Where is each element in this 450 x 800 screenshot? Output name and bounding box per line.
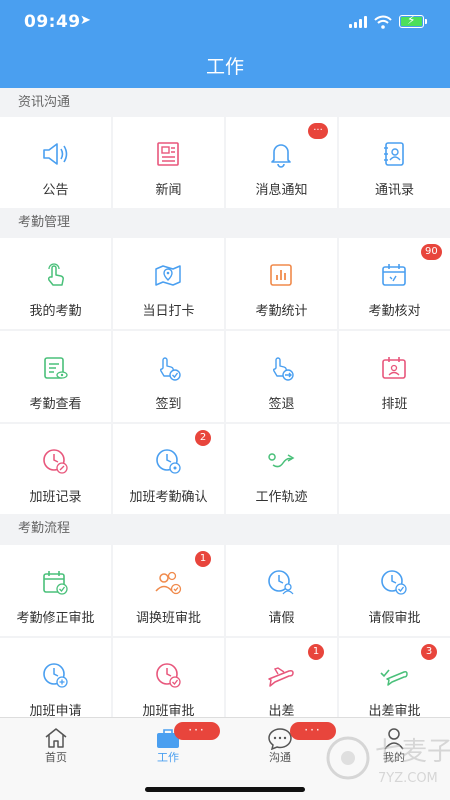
grid-item-ot-apply[interactable]: 加班申请 — [0, 638, 111, 729]
tab-label: 首页 — [45, 751, 67, 764]
tab-label: 工作 — [157, 751, 179, 764]
clock-add-icon — [43, 663, 68, 688]
grid-item-correct-approve[interactable]: 考勤修正审批 — [0, 545, 111, 636]
grid-item-label: 请假审批 — [368, 611, 421, 626]
status-time: 09:49 — [24, 12, 81, 32]
watermark-brand: 七麦子 — [375, 737, 450, 767]
grid-item-label: 排班 — [381, 397, 408, 412]
tap-check-icon — [159, 357, 181, 381]
grid-item-contacts[interactable]: 通讯录 — [339, 117, 450, 208]
status-bar: 09:49 ➤ ⚡ — [0, 0, 450, 44]
count-badge: 2 — [195, 430, 211, 446]
count-badge: 90 — [421, 244, 442, 260]
route-icon — [268, 453, 295, 468]
grid-item-label: 加班考勤确认 — [129, 490, 208, 505]
grid-item-label: 考勤修正审批 — [16, 611, 95, 626]
grid-item-sign-out[interactable]: 签退 — [226, 331, 337, 422]
users-swap-icon — [155, 571, 182, 595]
bell-icon — [271, 144, 291, 168]
count-badge: 1 — [195, 551, 211, 567]
map-pin-icon — [155, 265, 181, 286]
grid-item-label: 考勤统计 — [255, 304, 308, 319]
count-badge: 3 — [421, 644, 437, 660]
address-book-icon — [384, 142, 404, 166]
clock-user-icon — [268, 570, 294, 595]
notification-badge: ··· — [308, 123, 328, 139]
clock-edit-icon — [43, 449, 68, 474]
newspaper-icon — [157, 142, 179, 166]
grid-item-label: 公告 — [42, 183, 69, 198]
home-indicator — [145, 787, 305, 792]
grid-item-news[interactable]: 新闻 — [113, 117, 224, 208]
bar-chart-icon — [270, 264, 292, 286]
grid-item-label: 考勤查看 — [29, 397, 82, 412]
grid-item-label: 工作轨迹 — [255, 490, 308, 505]
grid-item-label: 我的考勤 — [29, 304, 82, 319]
cellular-signal-icon — [349, 15, 369, 28]
grid-item-label: 加班记录 — [29, 490, 82, 505]
grid-item-shift-approve[interactable]: 调换班审批 1 — [113, 545, 224, 636]
grid-item-label: 消息通知 — [255, 183, 308, 198]
grid-item-announce[interactable]: 公告 — [0, 117, 111, 208]
watermark-domain: 7YZ.COM — [378, 771, 438, 786]
calendar-user-icon — [382, 357, 406, 379]
section-title-attendance: 考勤管理 — [0, 208, 450, 238]
hand-tap-icon — [47, 263, 64, 286]
document-view-icon — [44, 357, 68, 379]
section-title-info: 资讯沟通 — [0, 88, 450, 118]
grid-item-ot-record[interactable]: 加班记录 — [0, 424, 111, 515]
grid-item-schedule[interactable]: 排班 — [339, 331, 450, 422]
grid-item-label: 请假 — [268, 611, 295, 626]
grid-item-empty — [339, 424, 450, 515]
watermark-logo: 七麦子 7YZ.COM — [326, 736, 450, 786]
grid-item-label: 当日打卡 — [142, 304, 195, 319]
airplane-check-icon — [380, 669, 408, 686]
grid-item-label: 考勤核对 — [368, 304, 421, 319]
tab-home[interactable]: 首页 — [0, 718, 112, 768]
grid-item-clock-in[interactable]: 当日打卡 — [113, 238, 224, 329]
app-header: 09:49 ➤ ⚡ 工作 — [0, 0, 450, 88]
calendar-edit-icon — [43, 571, 68, 595]
grid-item-track[interactable]: 工作轨迹 — [226, 424, 337, 515]
grid-item-trip[interactable]: 出差 1 — [226, 638, 337, 729]
notification-badge: ··· — [174, 722, 220, 740]
grid-item-notify[interactable]: 消息通知 ··· — [226, 117, 337, 208]
grid-item-view[interactable]: 考勤查看 — [0, 331, 111, 422]
location-arrow-icon: ➤ — [80, 13, 91, 28]
grid-item-label: 签到 — [155, 397, 182, 412]
battery-icon: ⚡ — [399, 13, 427, 28]
clock-check-icon — [156, 663, 181, 688]
megaphone-icon — [43, 143, 68, 165]
grid-item-label: 签退 — [268, 397, 295, 412]
grid-item-label: 通讯录 — [374, 183, 414, 198]
tab-work[interactable]: 工作 ··· — [112, 718, 224, 768]
grid-item-ot-confirm[interactable]: 加班考勤确认 2 — [113, 424, 224, 515]
clock-user-check-icon — [381, 570, 407, 595]
grid-item-leave[interactable]: 请假 — [226, 545, 337, 636]
grid-item-ot-approve[interactable]: 加班审批 — [113, 638, 224, 729]
wifi-icon — [374, 15, 392, 29]
grid-item-trip-approve[interactable]: 出差审批 3 — [339, 638, 450, 729]
grid-item-sign-in[interactable]: 签到 — [113, 331, 224, 422]
grid-item-leave-approve[interactable]: 请假审批 — [339, 545, 450, 636]
calendar-check-icon — [382, 264, 406, 286]
section-title-workflow: 考勤流程 — [0, 514, 450, 544]
count-badge: 1 — [308, 644, 324, 660]
home-icon — [45, 728, 67, 748]
page-title: 工作 — [205, 56, 244, 78]
airplane-icon — [268, 667, 294, 687]
grid-item-stats[interactable]: 考勤统计 — [226, 238, 337, 329]
grid-item-my-attendance[interactable]: 我的考勤 — [0, 238, 111, 329]
grid-item-label: 新闻 — [155, 183, 182, 198]
grid-item-label: 调换班审批 — [135, 611, 201, 626]
grid-item-verify[interactable]: 考勤核对 90 — [339, 238, 450, 329]
tap-exit-icon — [272, 357, 294, 381]
clock-confirm-icon — [156, 449, 181, 474]
